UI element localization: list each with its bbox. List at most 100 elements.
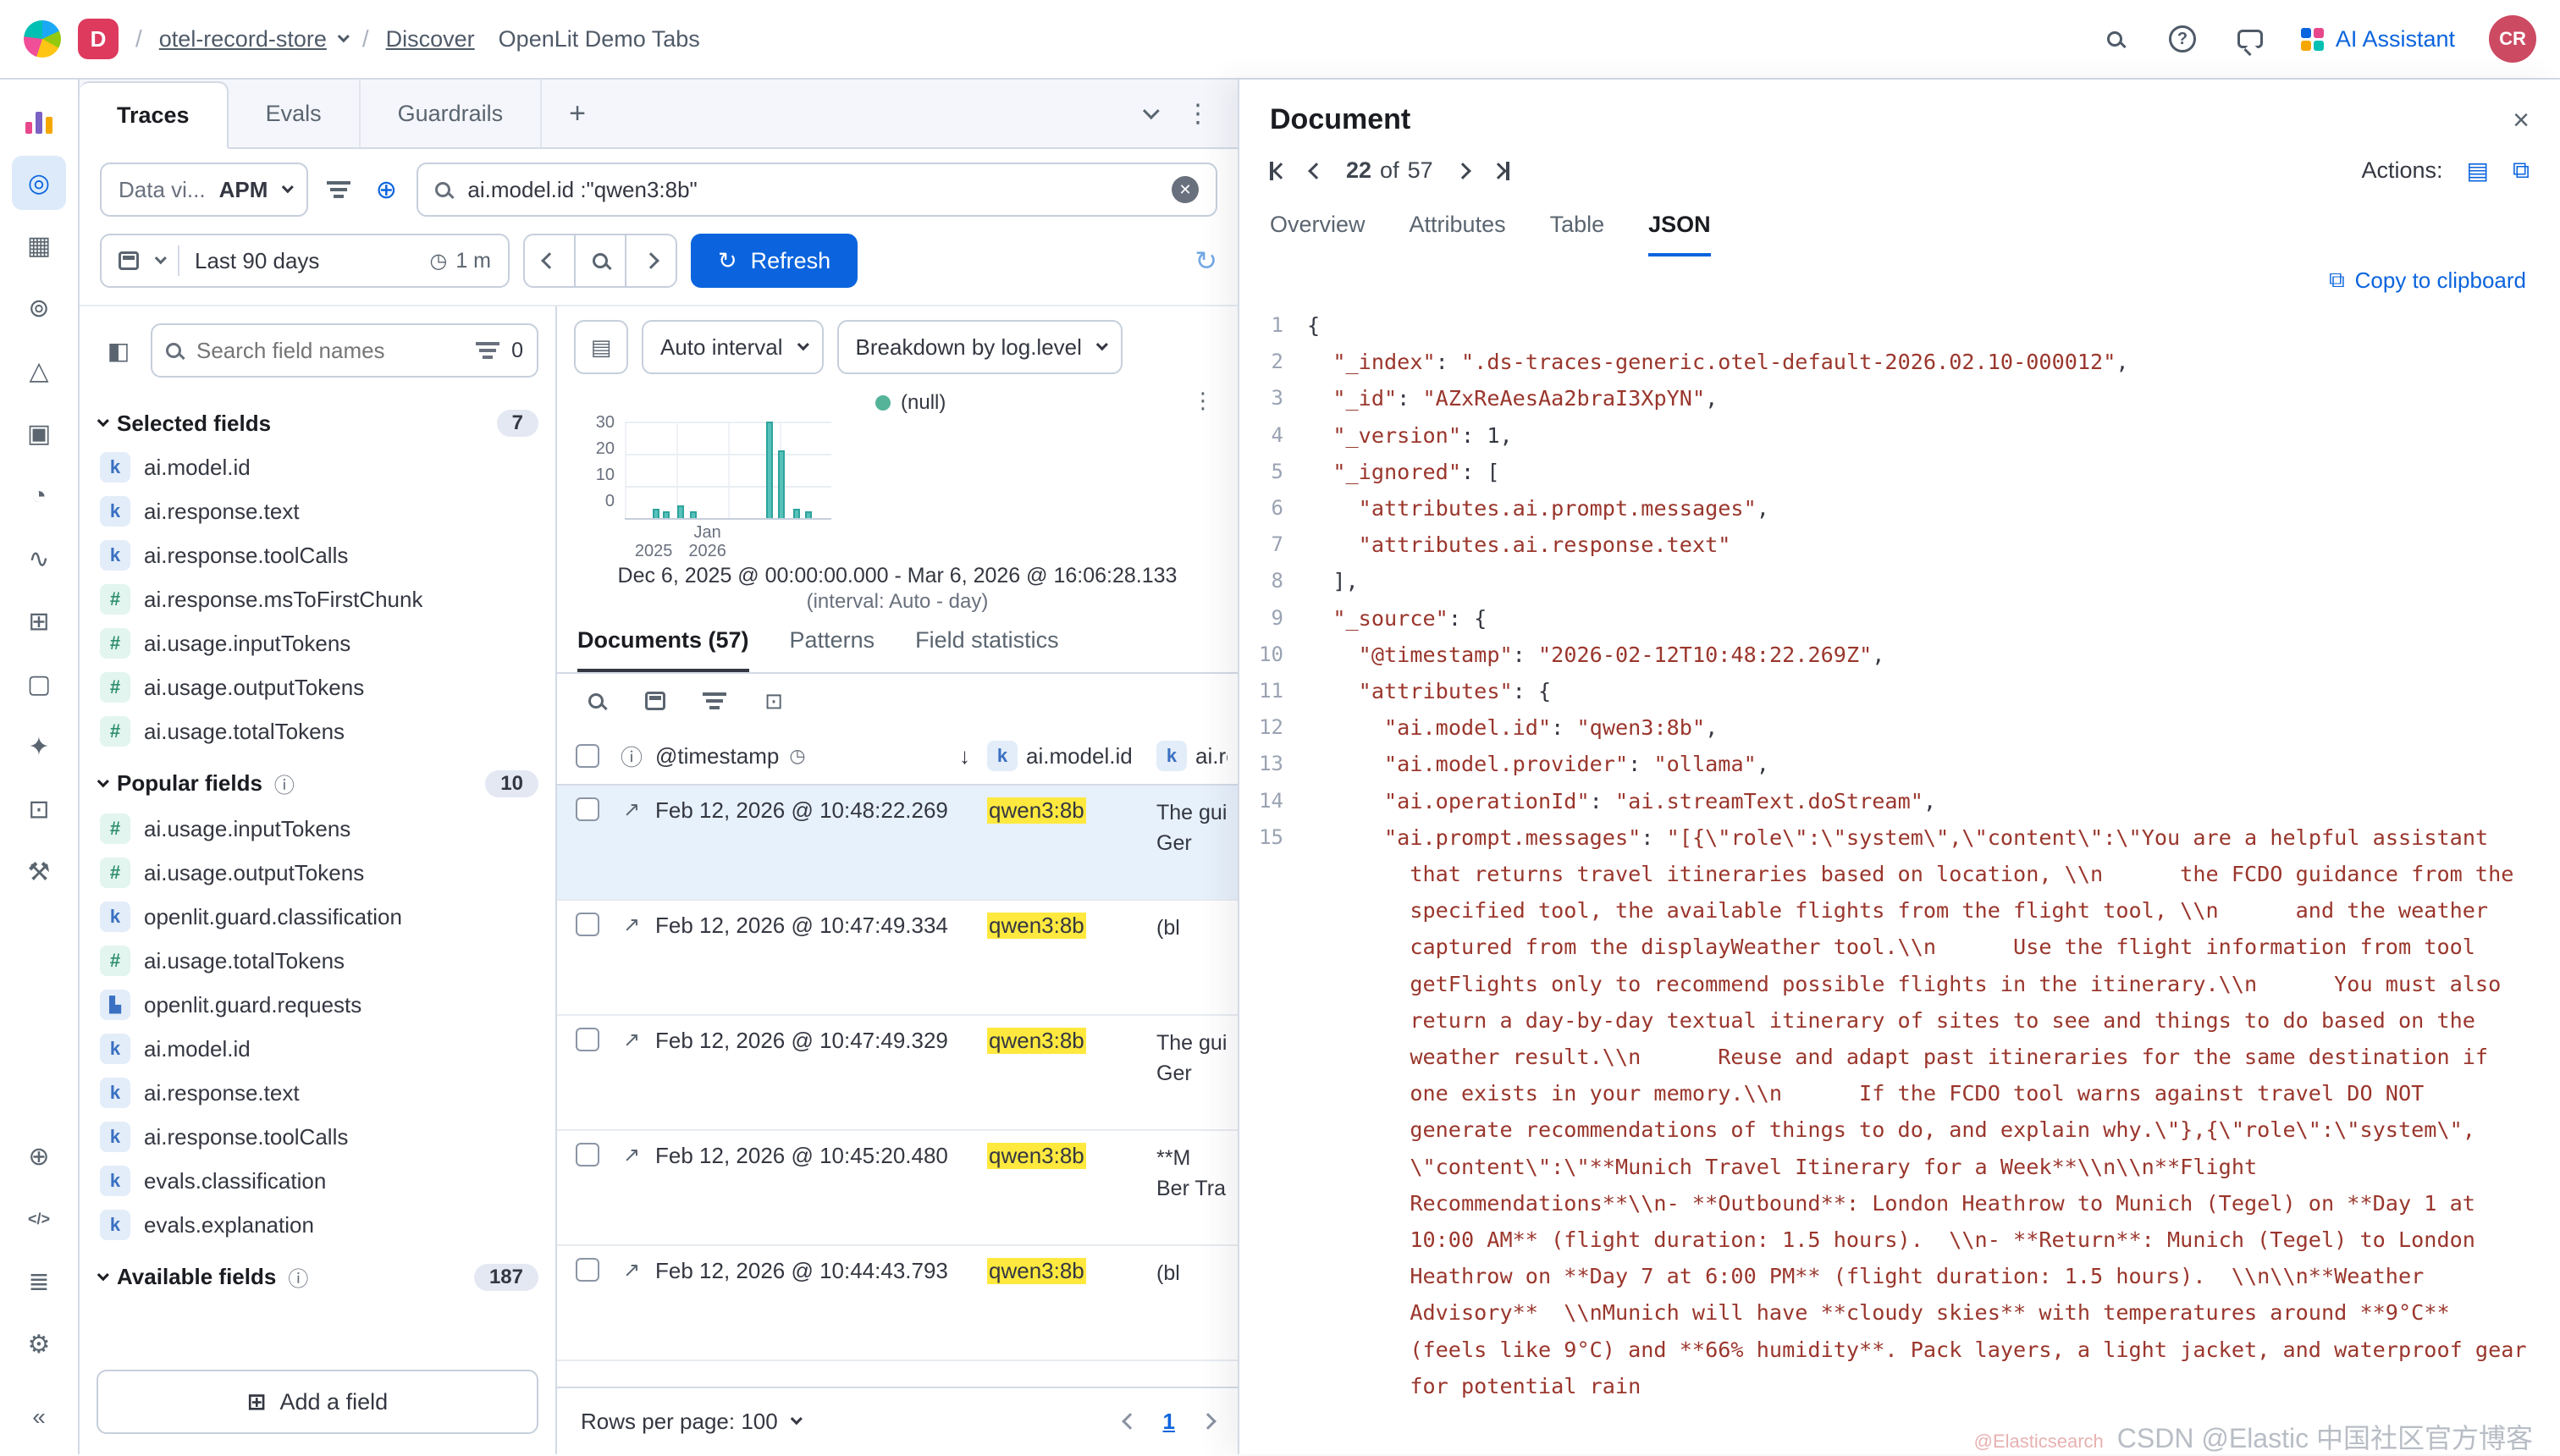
expand-row-icon[interactable]: ↗ [615, 913, 648, 937]
field-search-input[interactable] [193, 336, 464, 366]
tab-list-dropdown-icon[interactable] [1143, 102, 1160, 119]
expand-row-icon[interactable]: ↗ [615, 1028, 648, 1052]
row-checkbox[interactable] [576, 1143, 599, 1166]
help-icon[interactable]: ? [2166, 22, 2199, 56]
histogram-bar[interactable] [653, 509, 659, 518]
deployment-badge[interactable]: D [78, 19, 119, 59]
services-icon[interactable]: ⊚ [12, 281, 66, 335]
copy-to-clipboard-button[interactable]: ⧉ Copy to clipboard [2329, 267, 2526, 294]
cases-icon[interactable]: ▣ [12, 406, 66, 461]
grid-fullscreen-icon[interactable]: ⊡ [759, 689, 789, 713]
histogram-bar[interactable] [805, 511, 812, 518]
profiling-icon[interactable]: ⊡ [12, 782, 66, 836]
timestamp-column-header[interactable]: @timestamp ◷ ↓ [655, 743, 980, 769]
dev-tools-icon[interactable]: ⚒ [12, 845, 66, 899]
tab-field-statistics[interactable]: Field statistics [915, 627, 1059, 672]
interval-select[interactable]: Auto interval [642, 320, 824, 374]
grid-calendar-icon[interactable] [640, 689, 670, 713]
current-page-button[interactable]: 1 [1163, 1409, 1175, 1435]
add-field-button[interactable]: ⊞ Add a field [97, 1370, 538, 1434]
feedback-icon[interactable] [2233, 22, 2267, 56]
analytics-logo-icon[interactable] [12, 93, 66, 147]
tab-traces[interactable]: Traces [80, 81, 229, 149]
add-integrations-icon[interactable]: ⊕ [12, 1129, 66, 1183]
table-row[interactable]: ↗Feb 12, 2026 @ 10:47:49.334qwen3:8b(bl [557, 901, 1238, 1016]
time-window-next-button[interactable] [625, 234, 677, 288]
field-search-box[interactable]: 0 [151, 323, 538, 378]
row-checkbox[interactable] [576, 913, 599, 936]
column-info-icon[interactable]: ⓘ [615, 741, 648, 772]
auto-refresh-icon[interactable]: ↻ [1194, 245, 1217, 277]
tab-evals[interactable]: Evals [229, 80, 361, 147]
histogram-bar[interactable] [663, 511, 670, 518]
chart-options-icon[interactable]: ▤ [574, 320, 628, 374]
table-row[interactable]: ↗Feb 12, 2026 @ 10:47:49.329qwen3:8bThe … [557, 1016, 1238, 1131]
expand-row-icon[interactable]: ↗ [615, 1258, 648, 1282]
field-item[interactable]: kai.response.toolCalls [80, 533, 555, 577]
sort-desc-icon[interactable]: ↓ [959, 743, 980, 769]
field-item[interactable]: kai.response.text [80, 489, 555, 533]
date-picker[interactable]: Last 90 days ◷ 1 m [100, 234, 510, 288]
field-item[interactable]: #ai.usage.totalTokens [80, 709, 555, 753]
chart-legend[interactable]: (null) [875, 391, 946, 415]
filter-icon[interactable] [322, 173, 356, 207]
table-row[interactable]: ↗Feb 12, 2026 @ 10:44:43.793qwen3:8b(bl [557, 1246, 1238, 1361]
doc-viewer-tab-attributes[interactable]: Attributes [1410, 212, 1506, 256]
first-document-icon[interactable] [1270, 162, 1287, 180]
selected-fields-header[interactable]: Selected fields 7 [80, 394, 555, 445]
slos-icon[interactable]: ◔ [12, 469, 66, 523]
doc-viewer-tab-table[interactable]: Table [1550, 212, 1605, 256]
data-view-picker[interactable]: Data vi... APM [100, 163, 308, 217]
settings-icon[interactable]: ⚙ [12, 1317, 66, 1371]
alerts-icon[interactable]: △ [12, 344, 66, 398]
json-code-viewer[interactable]: 1{2 "_index": ".ds-traces-generic.otel-d… [1239, 301, 2560, 1454]
table-row[interactable]: ↗Feb 12, 2026 @ 10:48:22.269qwen3:8bThe … [557, 786, 1238, 901]
grid-display-options-icon[interactable] [699, 689, 730, 713]
expand-row-icon[interactable]: ↗ [615, 1143, 648, 1167]
ai-assistant-nav-icon[interactable]: ✦ [12, 720, 66, 774]
prev-page-icon[interactable] [1122, 1413, 1139, 1430]
rows-per-page-select[interactable]: Rows per page: 100 [581, 1409, 798, 1435]
view-single-document-icon[interactable]: ▤ [2467, 157, 2489, 185]
histogram-bar[interactable] [766, 422, 773, 518]
select-all-checkbox[interactable] [576, 744, 599, 768]
close-flyout-icon[interactable]: × [2513, 106, 2530, 135]
next-document-icon[interactable] [1457, 165, 1469, 177]
expand-row-icon[interactable]: ↗ [615, 797, 648, 822]
refresh-button[interactable]: ↻ Refresh [691, 234, 858, 288]
breadcrumb-project[interactable]: otel-record-store [159, 26, 345, 52]
field-item[interactable]: #ai.usage.totalTokens [80, 939, 555, 983]
histogram-bar[interactable] [778, 450, 785, 518]
row-checkbox[interactable] [576, 1028, 599, 1051]
elastic-logo[interactable] [24, 20, 61, 58]
field-item[interactable]: kopenlit.guard.classification [80, 895, 555, 939]
observability-home-icon[interactable]: ◎ [12, 156, 66, 210]
doc-viewer-tab-json[interactable]: JSON [1648, 212, 1711, 256]
field-item[interactable]: #ai.usage.outputTokens [80, 851, 555, 895]
apps-grid-icon[interactable]: ⊞ [12, 594, 66, 648]
field-item[interactable]: kai.model.id [80, 445, 555, 489]
model-id-column-header[interactable]: k ai.model.id [987, 741, 1150, 771]
field-item[interactable]: #ai.usage.inputTokens [80, 621, 555, 665]
chart-kebab-icon[interactable]: ⋮ [1192, 388, 1214, 414]
query-input[interactable] [464, 175, 1158, 205]
field-item[interactable]: kai.response.toolCalls [80, 1115, 555, 1159]
tab-documents-57-[interactable]: Documents (57) [577, 627, 749, 672]
add-filter-icon[interactable]: ⊕ [369, 173, 403, 207]
tab-options-kebab-icon[interactable]: ⋮ [1185, 99, 1211, 129]
doc-viewer-tab-overview[interactable]: Overview [1270, 212, 1366, 256]
field-item[interactable]: kai.model.id [80, 1027, 555, 1071]
field-item[interactable]: kevals.explanation [80, 1203, 555, 1247]
infrastructure-icon[interactable]: ▢ [12, 657, 66, 711]
available-fields-header[interactable]: Available fields ⓘ 187 [80, 1247, 555, 1300]
field-item[interactable]: ▙openlit.guard.requests [80, 983, 555, 1027]
console-icon[interactable]: </> [12, 1192, 66, 1246]
histogram-bar[interactable] [793, 509, 800, 518]
field-item[interactable]: #ai.response.msToFirstChunk [80, 577, 555, 621]
user-avatar[interactable]: CR [2489, 15, 2536, 63]
stack-management-icon[interactable]: ≣ [12, 1255, 66, 1309]
popular-fields-header[interactable]: Popular fields ⓘ 10 [80, 753, 555, 807]
collapse-rail-icon[interactable]: « [12, 1390, 66, 1444]
tab-guardrails[interactable]: Guardrails [361, 80, 543, 147]
collapse-fields-sidebar-icon[interactable]: ◧ [97, 328, 141, 372]
